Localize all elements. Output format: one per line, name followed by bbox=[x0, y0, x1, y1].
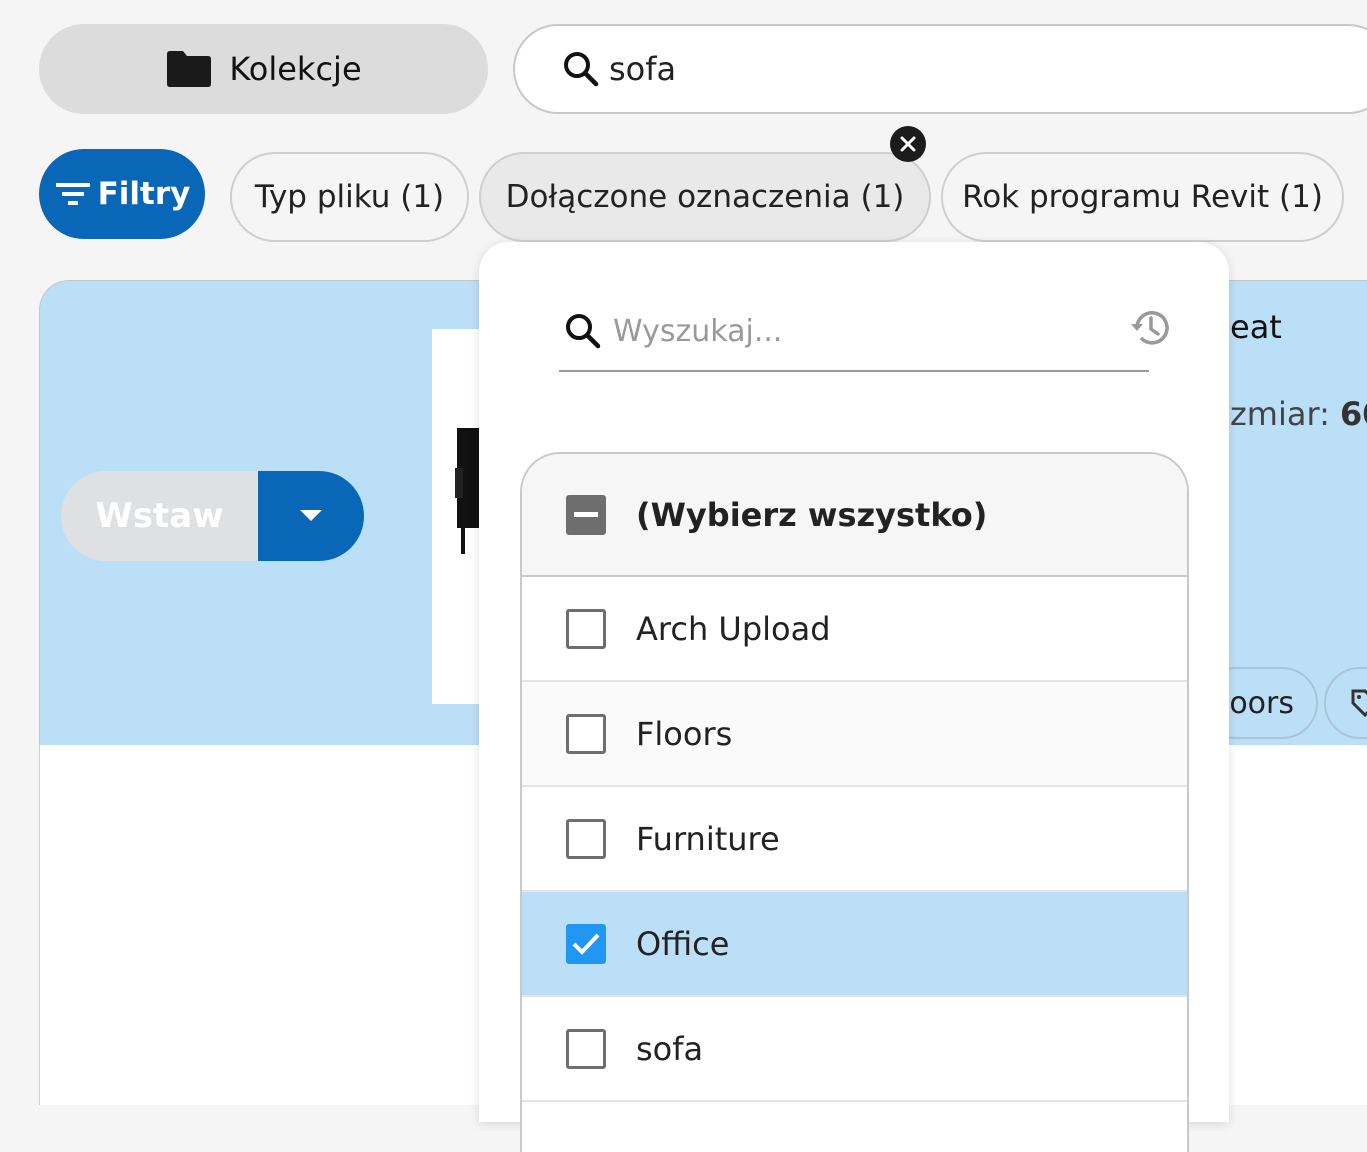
item-size: zmiar: 60 bbox=[1230, 395, 1367, 433]
tag-icon bbox=[1351, 689, 1367, 718]
tags-label: Dołączone oznaczenia (1) bbox=[505, 179, 905, 215]
option-floors[interactable]: Floors bbox=[522, 682, 1187, 787]
tags-filter-popup: (Wybierz wszystko) Arch Upload Floors Fu… bbox=[479, 242, 1229, 1152]
insert-split-button: Wstaw bbox=[61, 471, 364, 561]
tags-chip[interactable]: Dołączone oznaczenia (1) bbox=[479, 152, 931, 242]
item-size-label: zmiar: bbox=[1230, 395, 1341, 433]
search-icon bbox=[564, 52, 599, 87]
option-label: Furniture bbox=[636, 819, 780, 858]
clear-filter-button[interactable] bbox=[890, 126, 926, 162]
insert-dropdown-button[interactable] bbox=[258, 471, 364, 561]
item-title: eat bbox=[1230, 308, 1282, 346]
collections-label: Kolekcje bbox=[229, 50, 362, 88]
option-label: Office bbox=[636, 924, 730, 963]
filter-icon bbox=[55, 183, 90, 205]
popup-search[interactable] bbox=[559, 292, 1149, 372]
checkbox[interactable] bbox=[566, 608, 606, 649]
option-label: Floors bbox=[636, 714, 733, 753]
checkbox[interactable] bbox=[566, 818, 606, 859]
option-label: sofa bbox=[636, 1029, 704, 1068]
select-all-option[interactable]: (Wybierz wszystko) bbox=[522, 454, 1187, 577]
search-input[interactable]: sofa bbox=[609, 50, 676, 88]
checkbox[interactable] bbox=[566, 1028, 606, 1069]
chair-image bbox=[455, 428, 479, 554]
collections-button[interactable]: Kolekcje bbox=[39, 24, 488, 114]
tag-options-list: (Wybierz wszystko) Arch Upload Floors Fu… bbox=[520, 452, 1189, 1152]
file-type-label: Typ pliku (1) bbox=[254, 179, 445, 215]
search-bar[interactable]: sofa bbox=[513, 24, 1367, 114]
filters-button[interactable]: Filtry bbox=[39, 149, 205, 239]
option-arch-upload[interactable]: Arch Upload bbox=[522, 577, 1187, 682]
file-type-chip[interactable]: Typ pliku (1) bbox=[230, 152, 469, 242]
option-furniture[interactable]: Furniture bbox=[522, 787, 1187, 892]
filters-label: Filtry bbox=[97, 176, 191, 212]
chevron-down-icon bbox=[300, 510, 322, 521]
checkmark-icon bbox=[572, 933, 600, 955]
select-all-label: (Wybierz wszystko) bbox=[636, 495, 988, 534]
checkbox[interactable] bbox=[566, 713, 606, 754]
search-icon bbox=[566, 314, 601, 349]
popup-search-input[interactable] bbox=[611, 312, 1091, 350]
option-office[interactable]: Office bbox=[522, 892, 1187, 997]
insert-button[interactable]: Wstaw bbox=[61, 471, 258, 561]
revit-year-chip[interactable]: Rok programu Revit (1) bbox=[941, 152, 1344, 242]
minus-icon bbox=[574, 511, 598, 517]
checkbox-checked[interactable] bbox=[566, 923, 606, 964]
indeterminate-checkbox[interactable] bbox=[566, 494, 606, 535]
item-size-value: 60 bbox=[1340, 395, 1367, 433]
item-tag-label: oors bbox=[1229, 685, 1294, 721]
folder-icon bbox=[167, 51, 212, 87]
close-icon bbox=[900, 136, 916, 152]
history-icon[interactable] bbox=[1127, 304, 1175, 352]
option-sofa[interactable]: sofa bbox=[522, 997, 1187, 1102]
revit-year-label: Rok programu Revit (1) bbox=[962, 179, 1323, 215]
option-label: Arch Upload bbox=[636, 609, 831, 648]
